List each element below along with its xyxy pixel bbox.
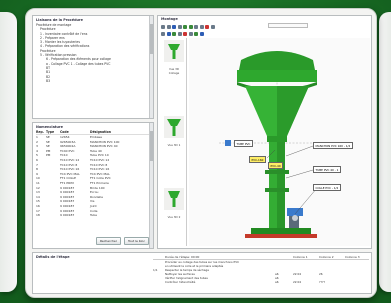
tree-scrollbar[interactable] [149,16,153,118]
thumbnail-item[interactable]: Vue 3D Collage [164,40,184,75]
callout-tube-pvc[interactable]: TUBE PVC [234,140,253,147]
table-cell: 9 000187 [60,213,75,218]
col-header-rep[interactable]: Rep. [36,130,46,134]
next-slide-edge[interactable] [379,12,391,292]
thumbnail-item[interactable]: Vue 3D 2 [164,188,184,219]
annotation-icon[interactable] [183,31,187,36]
copy-icon[interactable] [177,24,182,29]
fit-icon[interactable] [210,24,215,29]
viewer-panel: Montage Vue 3D Collage Vue 3D 1 Vue 3D 2… [157,15,372,249]
step-details-panel: Détails de l'étape Durée de l'étape: 00:… [32,252,372,294]
measure-icon[interactable] [166,31,171,36]
select-all-button[interactable]: Tout le bloc [123,237,149,245]
nomenclature-panel: Nomenclature Rep. Type Code Désignation … [32,122,154,249]
section-icon[interactable] [172,31,176,36]
thumbnail-item[interactable]: Vue 3D 1 [164,116,184,147]
nomenclature-title: Nomenclature [36,125,63,129]
show-icon[interactable] [194,31,198,36]
col-header-code[interactable]: Code [60,130,90,134]
step-cell: 22:04 [293,280,302,284]
viewer-title: Montage [161,17,178,21]
bt-header-cell [153,255,165,259]
select-icon[interactable] [161,31,165,36]
save-icon[interactable] [166,24,171,29]
step-cell [345,280,369,284]
nomenclature-body: 1 SE 12654 Embase 2 SE 9265003A MANCHON PVC 100… [36,135,150,218]
hide-icon[interactable] [188,31,193,36]
table-cell: 18 [36,213,40,218]
reset-view-icon[interactable] [205,24,209,29]
step-details-body: Procéder au collage des tubes sur les ma… [153,260,369,284]
tree-panel-title: Liaisons de la Procédure [36,18,83,22]
step-cell [153,280,165,284]
procedure-tree: Procédure de montage Procédure 1 - Inventa… [36,23,150,83]
print-icon[interactable] [172,24,176,29]
bt-header-cell [275,255,293,259]
bt-header-cell: Colonne 3 [345,255,360,259]
search-button[interactable]: Rechercher [95,237,121,245]
bt-header-cell: Colonne 1 [293,255,308,259]
explode-icon[interactable] [177,31,182,36]
zoom-in-icon[interactable] [183,24,187,29]
step-cell: a6 [275,280,279,284]
step-details-table: Durée de l'étape: 00:00 Colonne 1 Colonn… [153,255,369,292]
nomenclature-scrollbar[interactable] [149,123,153,248]
col-header-designation[interactable]: Désignation [90,130,148,134]
callout-pvc-40[interactable]: PVC-40 [268,162,284,169]
tree-scroll-thumb[interactable] [150,24,153,54]
step-details-title: Détails de l'étape [36,255,70,259]
table-cell: Tube [90,213,98,218]
previous-slide-edge[interactable] [0,12,17,292]
thumbnail-caption: Vue 3D 1 [167,143,181,147]
callout-tube-40[interactable]: TUBE PVC 40 - 1 [313,166,341,173]
view-thumbnails: Vue 3D Collage Vue 3D 1 Vue 3D 2 [161,38,187,246]
bt-header-cell: Durée de l'étape: 00:00 [165,255,200,259]
thumbnail-image-icon [164,116,184,138]
step-cell: ???? [319,280,325,284]
thumbnail-image-icon [164,188,184,210]
3d-viewport[interactable]: TUBE PVC PVC-160 PVC-40 MANCHON PVC 160 … [189,38,370,246]
viewer-toolbar-secondary [161,30,311,37]
zoom-out-icon[interactable] [188,24,193,29]
callout-colle[interactable]: COLLE PVC - 1/2 [313,184,341,191]
pan-icon[interactable] [199,24,204,29]
callout-manchon[interactable]: MANCHON PVC 160 - 1/2 [313,142,353,149]
bt-header-cell: Colonne 2 [319,255,334,259]
thumbnail-caption: Vue 3D Collage [168,67,180,75]
col-header-type[interactable]: Type [46,130,60,134]
callout-pvc-160[interactable]: PVC-160 [249,156,266,163]
rotate-icon[interactable] [194,24,198,29]
open-icon[interactable] [161,24,165,29]
step-cell: Contrôler l'étanchéité [165,280,196,284]
viewer-search-field[interactable] [268,23,308,28]
table-cell [46,213,60,218]
color-icon[interactable] [199,31,204,36]
nomenclature-scroll-thumb[interactable] [150,131,153,161]
step-row[interactable]: Contrôler l'étanchéité a6 22:04???? [153,280,369,284]
application-window: Liaisons de la Procédure Procédure de mo… [25,8,377,298]
thumbnail-image-icon [164,40,184,62]
thumbnail-caption: Vue 3D 2 [167,215,181,219]
procedure-tree-panel: Liaisons de la Procédure Procédure de mo… [32,15,154,119]
table-row[interactable]: 18 9 000187 Tube [36,213,150,218]
tree-item[interactable]: B3 [36,79,150,83]
